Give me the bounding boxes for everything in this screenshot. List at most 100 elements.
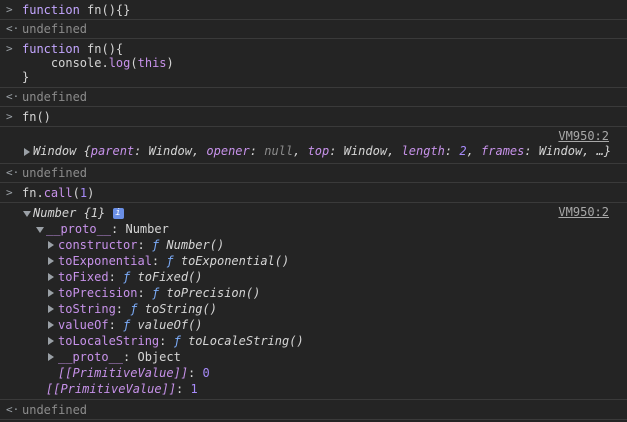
source-link[interactable]: VM950:2 (558, 205, 609, 219)
function-glyph: ƒ (173, 334, 181, 348)
window-object-preview[interactable]: Window {parent: Window, opener: null, to… (33, 144, 611, 158)
expand-triangle-icon[interactable] (48, 353, 54, 361)
prop-key: toLocaleString (58, 334, 160, 348)
input-prompt-icon: > (6, 3, 13, 16)
separator: : (176, 382, 191, 396)
input-code-line[interactable]: } (22, 70, 29, 84)
input-code[interactable]: fn.call(1) (22, 186, 94, 200)
paren-close: ) (166, 56, 174, 70)
collapse-triangle-icon[interactable] (23, 211, 31, 217)
inner-proto-row[interactable]: __proto__: Object (48, 350, 181, 364)
expand-triangle-icon[interactable] (24, 148, 30, 156)
prop-value: toExponential() (180, 254, 290, 268)
prop-key: opener (206, 144, 250, 158)
result-value: undefined (22, 166, 88, 180)
console-result-entry: <· undefined (0, 88, 627, 107)
expand-triangle-icon[interactable] (48, 241, 54, 249)
console-input-entry: > fn.call(1) (0, 183, 627, 203)
function-glyph: ƒ (123, 270, 131, 284)
prop-value: toPrecision() (166, 286, 261, 300)
prop-key: length (401, 144, 445, 158)
source-link[interactable]: VM950:2 (558, 129, 609, 143)
result-arrow-icon: <· (6, 166, 20, 179)
expand-triangle-icon[interactable] (48, 289, 54, 297)
prop-value: valueOf() (137, 318, 203, 332)
input-code-line[interactable]: console.log(this) (22, 56, 174, 70)
proto-prop-row[interactable]: valueOf: ƒ valueOf() (48, 318, 203, 332)
console-input-entry: > function fn(){ console.log(this) } (0, 39, 627, 88)
fn-name: fn (87, 3, 102, 17)
number-value: 0 (202, 366, 210, 380)
prop-value: toLocaleString() (188, 334, 304, 348)
console-result-entry: <· undefined (0, 164, 627, 183)
function-glyph: ƒ (151, 238, 160, 252)
prop-value: : Number (111, 222, 169, 236)
prop-value: toString() (144, 302, 217, 316)
number-object-header[interactable]: Number {1} i (33, 206, 124, 220)
console-result-entry: <· undefined (0, 20, 627, 39)
input-prompt-icon: > (6, 110, 13, 123)
prop-key: __proto__ (46, 222, 112, 236)
proto-header[interactable]: __proto__: Number (46, 222, 169, 236)
object-type: Number (33, 206, 84, 220)
log-method: log (108, 56, 131, 70)
this-keyword: this (137, 56, 167, 70)
expand-triangle-icon[interactable] (48, 305, 54, 313)
prop-value: : Object (123, 350, 181, 364)
proto-prop-row[interactable]: constructor: ƒ Number() (48, 238, 224, 252)
object-value: {1} (83, 206, 106, 220)
proto-prop-row[interactable]: toLocaleString: ƒ toLocaleString() (48, 334, 304, 348)
prop-key: frames (481, 144, 525, 158)
input-code-line[interactable]: function fn(){ (22, 42, 123, 56)
preview-part: : (444, 144, 460, 158)
proto-prop-row[interactable]: toPrecision: ƒ toPrecision() (48, 286, 260, 300)
proto-prop-row[interactable]: toFixed: ƒ toFixed() (48, 270, 203, 284)
preview-part: , (293, 144, 308, 158)
console-result-entry: <· undefined (0, 400, 627, 420)
prop-key: toExponential (58, 254, 152, 268)
function-glyph: ƒ (166, 254, 174, 268)
paren-open: ( (72, 186, 80, 200)
prop-key: [[PrimitiveValue]] (46, 382, 177, 396)
fn-body: (){} (101, 3, 131, 17)
info-icon[interactable]: i (112, 208, 124, 219)
expand-triangle-icon[interactable] (48, 257, 54, 265)
function-glyph: ƒ (151, 286, 160, 300)
input-code[interactable]: function fn(){} (22, 3, 130, 17)
result-value: undefined (22, 22, 88, 36)
input-code[interactable]: fn() (22, 110, 51, 124)
preview-part: : Window, (134, 144, 207, 158)
prop-key: toPrecision (58, 286, 138, 300)
paren-close: ) (87, 186, 95, 200)
console-input-entry: > function fn(){} (0, 0, 627, 20)
collapse-triangle-icon[interactable] (36, 227, 44, 233)
prop-key: toFixed (58, 270, 109, 284)
prop-key: constructor (58, 238, 138, 252)
prop-key: [[PrimitiveValue]] (58, 366, 189, 380)
paren-open: ( (130, 56, 138, 70)
console-object: console. (22, 56, 109, 70)
prop-key: top (307, 144, 330, 158)
expand-triangle-icon[interactable] (48, 337, 54, 345)
prop-value: toFixed() (137, 270, 203, 284)
input-prompt-icon: > (6, 186, 13, 199)
expand-triangle-icon[interactable] (48, 321, 54, 329)
null-value: null (264, 144, 294, 158)
preview-part: : Window, (329, 144, 402, 158)
preview-part: Window { (33, 144, 91, 158)
console-log-entry: VM950:2 Number {1} i __proto__: Number c… (0, 203, 627, 400)
proto-prop-row[interactable]: toString: ƒ toString() (48, 302, 217, 316)
call-method: call (43, 186, 73, 200)
fn-ref: fn. (22, 186, 44, 200)
function-glyph: ƒ (123, 318, 131, 332)
preview-part: , (466, 144, 482, 158)
fn-open: (){ (101, 42, 124, 56)
console-log-entry: VM950:2 Window {parent: Window, opener: … (0, 127, 627, 164)
prop-key: valueOf (58, 318, 109, 332)
preview-part: : (249, 144, 265, 158)
proto-prop-row[interactable]: toExponential: ƒ toExponential() (48, 254, 289, 268)
preview-part: : Window, …} (524, 144, 612, 158)
primitive-value-outer: [[PrimitiveValue]]: 1 (46, 382, 198, 396)
expand-triangle-icon[interactable] (48, 273, 54, 281)
result-value: undefined (22, 90, 88, 104)
